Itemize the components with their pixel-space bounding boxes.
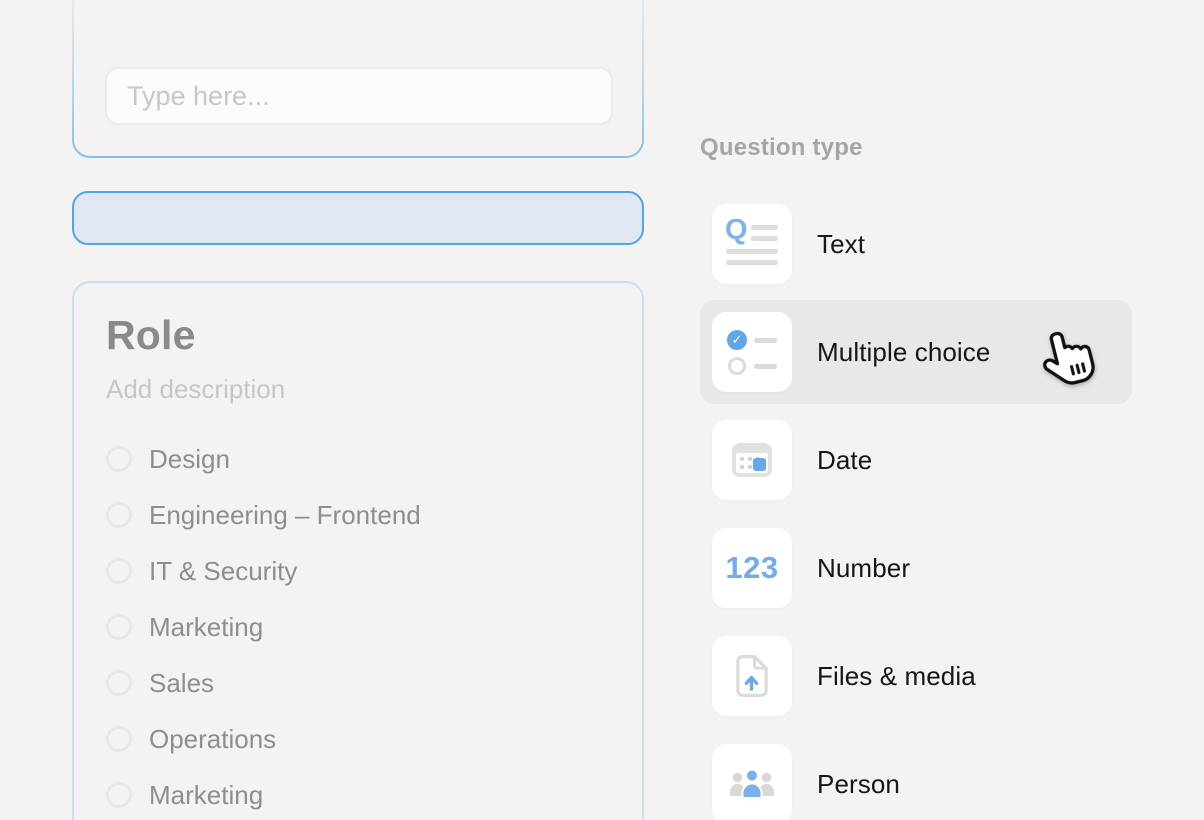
calendar-day-marker <box>753 458 766 471</box>
option-row[interactable]: Marketing <box>106 599 610 655</box>
question-type-menu-title: Question type <box>700 134 863 162</box>
form-builder-screen: Role Add description Design Engineering … <box>0 0 1204 820</box>
radio-icon[interactable] <box>106 670 132 696</box>
option-label: Marketing <box>149 612 263 643</box>
options-list: Design Engineering – Frontend IT & Secur… <box>106 431 610 820</box>
option-row[interactable]: IT & Security <box>106 543 610 599</box>
radio-icon[interactable] <box>106 558 132 584</box>
answer-input[interactable] <box>105 67 613 125</box>
option-label: Marketing <box>149 780 263 811</box>
menu-item-label: Date <box>817 445 872 476</box>
radio-icon[interactable] <box>106 726 132 752</box>
option-row[interactable]: Sales <box>106 655 610 711</box>
question-title[interactable]: Role <box>106 312 610 358</box>
menu-item-files-media[interactable]: Files & media <box>700 624 1132 728</box>
option-row[interactable]: Engineering – Frontend <box>106 487 610 543</box>
radio-icon[interactable] <box>106 782 132 808</box>
question-type-menu: Q Text ✓ Multiple choice <box>700 192 1132 820</box>
radio-icon[interactable] <box>106 614 132 640</box>
menu-item-label: Multiple choice <box>817 337 990 368</box>
file-upload-icon <box>712 636 792 716</box>
menu-item-label: Text <box>817 229 865 260</box>
menu-item-number[interactable]: 123 Number <box>700 516 1132 620</box>
option-row[interactable]: Marketing <box>106 767 610 820</box>
menu-item-person[interactable]: Person <box>700 732 1132 820</box>
question-description-placeholder[interactable]: Add description <box>106 374 610 404</box>
menu-item-label: Person <box>817 769 900 800</box>
number-icon: 123 <box>712 528 792 608</box>
option-label: Design <box>149 444 230 475</box>
option-label: Engineering – Frontend <box>149 500 421 531</box>
option-label: Sales <box>149 668 214 699</box>
menu-item-multiple-choice[interactable]: ✓ Multiple choice <box>700 300 1132 404</box>
radio-icon[interactable] <box>106 446 132 472</box>
number-123-glyph: 123 <box>725 550 778 586</box>
option-label: IT & Security <box>149 556 297 587</box>
multiple-choice-icon: ✓ <box>712 312 792 392</box>
calendar-icon <box>712 420 792 500</box>
option-row[interactable]: Operations <box>106 711 610 767</box>
multiple-choice-question-block[interactable]: Role Add description Design Engineering … <box>72 281 644 820</box>
radio-icon[interactable] <box>106 502 132 528</box>
menu-item-text[interactable]: Q Text <box>700 192 1132 296</box>
option-label: Operations <box>149 724 276 755</box>
check-circle-icon: ✓ <box>727 330 747 350</box>
menu-item-date[interactable]: Date <box>700 408 1132 512</box>
option-row[interactable]: Design <box>106 431 610 487</box>
person-icon <box>712 744 792 820</box>
menu-item-label: Files & media <box>817 661 976 692</box>
menu-item-label: Number <box>817 553 910 584</box>
radio-circle-icon <box>728 357 746 375</box>
text-question-icon: Q <box>712 204 792 284</box>
text-question-block[interactable] <box>72 0 644 158</box>
q-letter: Q <box>725 214 748 247</box>
selected-empty-block[interactable] <box>72 191 644 245</box>
